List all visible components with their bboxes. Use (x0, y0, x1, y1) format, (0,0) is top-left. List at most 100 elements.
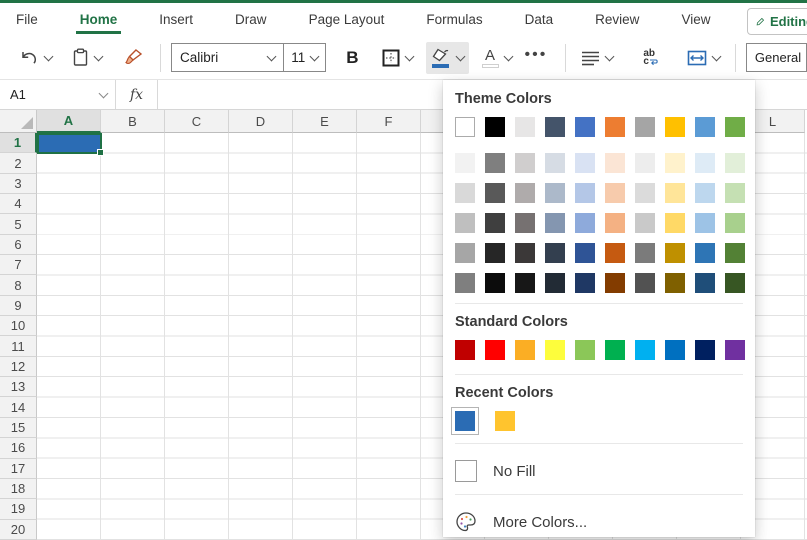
menu-item-insert[interactable]: Insert (159, 4, 193, 36)
row-header-10[interactable]: 10 (0, 316, 37, 336)
theme-color-swatch[interactable] (665, 117, 685, 137)
theme-variant-swatch[interactable] (635, 243, 655, 263)
name-box-chevron[interactable] (99, 88, 109, 98)
undo-button[interactable] (14, 43, 57, 72)
theme-variant-swatch[interactable] (605, 273, 625, 293)
paste-dropdown-chevron[interactable] (94, 51, 104, 61)
theme-variant-swatch[interactable] (695, 153, 715, 173)
theme-variant-swatch[interactable] (725, 243, 745, 263)
standard-color-swatch[interactable] (635, 340, 655, 360)
no-fill-option[interactable]: No Fill (455, 454, 755, 488)
theme-variant-swatch[interactable] (725, 273, 745, 293)
theme-variant-swatch[interactable] (545, 153, 565, 173)
theme-variant-swatch[interactable] (695, 273, 715, 293)
theme-variant-swatch[interactable] (605, 153, 625, 173)
theme-variant-swatch[interactable] (455, 243, 475, 263)
fill-handle[interactable] (97, 149, 104, 156)
row-header-9[interactable]: 9 (0, 296, 37, 316)
theme-color-swatch[interactable] (515, 117, 535, 137)
column-header-c[interactable]: C (165, 110, 229, 133)
column-header-a[interactable]: A (37, 110, 101, 133)
row-header-4[interactable]: 4 (0, 194, 37, 214)
row-header-11[interactable]: 11 (0, 336, 37, 356)
theme-variant-swatch[interactable] (455, 183, 475, 203)
theme-color-swatch[interactable] (455, 117, 475, 137)
recent-color-selected-frame[interactable] (451, 407, 479, 435)
theme-variant-swatch[interactable] (605, 183, 625, 203)
menu-item-draw[interactable]: Draw (235, 4, 267, 36)
standard-color-swatch[interactable] (695, 340, 715, 360)
menu-item-data[interactable]: Data (525, 4, 554, 36)
bold-button[interactable]: B (336, 44, 368, 72)
theme-variant-swatch[interactable] (665, 213, 685, 233)
name-box[interactable]: A1 (0, 80, 116, 109)
theme-color-swatch[interactable] (725, 117, 745, 137)
theme-color-swatch[interactable] (695, 117, 715, 137)
borders-dropdown-chevron[interactable] (404, 51, 414, 61)
menu-item-formulas[interactable]: Formulas (426, 4, 482, 36)
theme-variant-swatch[interactable] (545, 273, 565, 293)
theme-variant-swatch[interactable] (635, 213, 655, 233)
fill-color-button[interactable] (426, 42, 469, 74)
row-header-7[interactable]: 7 (0, 255, 37, 275)
theme-variant-swatch[interactable] (515, 183, 535, 203)
column-header-e[interactable]: E (293, 110, 357, 133)
theme-variant-swatch[interactable] (485, 183, 505, 203)
theme-variant-swatch[interactable] (665, 243, 685, 263)
theme-variant-swatch[interactable] (725, 213, 745, 233)
row-header-6[interactable]: 6 (0, 235, 37, 255)
number-format-select[interactable]: General (746, 43, 807, 72)
font-color-button[interactable]: A (477, 42, 517, 74)
theme-variant-swatch[interactable] (605, 243, 625, 263)
theme-color-swatch[interactable] (485, 117, 505, 137)
row-header-8[interactable]: 8 (0, 275, 37, 295)
column-header-d[interactable]: D (229, 110, 293, 133)
theme-variant-swatch[interactable] (575, 153, 595, 173)
row-header-13[interactable]: 13 (0, 377, 37, 397)
standard-color-swatch[interactable] (605, 340, 625, 360)
merge-dropdown-chevron[interactable] (711, 51, 721, 61)
column-header-f[interactable]: F (357, 110, 421, 133)
standard-color-swatch[interactable] (545, 340, 565, 360)
recent-color-swatch[interactable] (495, 411, 515, 431)
theme-variant-swatch[interactable] (455, 213, 475, 233)
theme-variant-swatch[interactable] (635, 183, 655, 203)
more-colors-option[interactable]: More Colors... (455, 505, 755, 539)
theme-variant-swatch[interactable] (485, 213, 505, 233)
theme-color-swatch[interactable] (575, 117, 595, 137)
editing-mode-button[interactable]: Editing (747, 8, 807, 35)
standard-color-swatch[interactable] (485, 340, 505, 360)
theme-variant-swatch[interactable] (665, 183, 685, 203)
theme-color-swatch[interactable] (605, 117, 625, 137)
row-header-3[interactable]: 3 (0, 174, 37, 194)
row-header-16[interactable]: 16 (0, 438, 37, 458)
theme-variant-swatch[interactable] (635, 153, 655, 173)
standard-color-swatch[interactable] (455, 340, 475, 360)
theme-variant-swatch[interactable] (485, 153, 505, 173)
theme-variant-swatch[interactable] (605, 213, 625, 233)
row-header-5[interactable]: 5 (0, 214, 37, 234)
theme-variant-swatch[interactable] (575, 273, 595, 293)
theme-variant-swatch[interactable] (695, 243, 715, 263)
insert-function-button[interactable]: fx (116, 80, 158, 109)
standard-color-swatch[interactable] (725, 340, 745, 360)
theme-variant-swatch[interactable] (515, 273, 535, 293)
paste-button[interactable] (67, 42, 107, 73)
theme-color-swatch[interactable] (545, 117, 565, 137)
theme-variant-swatch[interactable] (545, 243, 565, 263)
theme-variant-swatch[interactable] (455, 273, 475, 293)
theme-variant-swatch[interactable] (515, 153, 535, 173)
theme-variant-swatch[interactable] (725, 183, 745, 203)
theme-variant-swatch[interactable] (665, 153, 685, 173)
alignment-button[interactable] (576, 44, 618, 72)
menu-item-view[interactable]: View (681, 4, 710, 36)
theme-variant-swatch[interactable] (515, 243, 535, 263)
row-header-19[interactable]: 19 (0, 499, 37, 519)
menu-item-home[interactable]: Home (80, 4, 118, 36)
theme-variant-swatch[interactable] (695, 183, 715, 203)
font-color-dropdown-chevron[interactable] (503, 51, 513, 61)
font-size-select[interactable]: 11 (284, 43, 326, 72)
theme-variant-swatch[interactable] (635, 273, 655, 293)
theme-variant-swatch[interactable] (545, 183, 565, 203)
recent-color-swatch[interactable] (455, 411, 475, 431)
